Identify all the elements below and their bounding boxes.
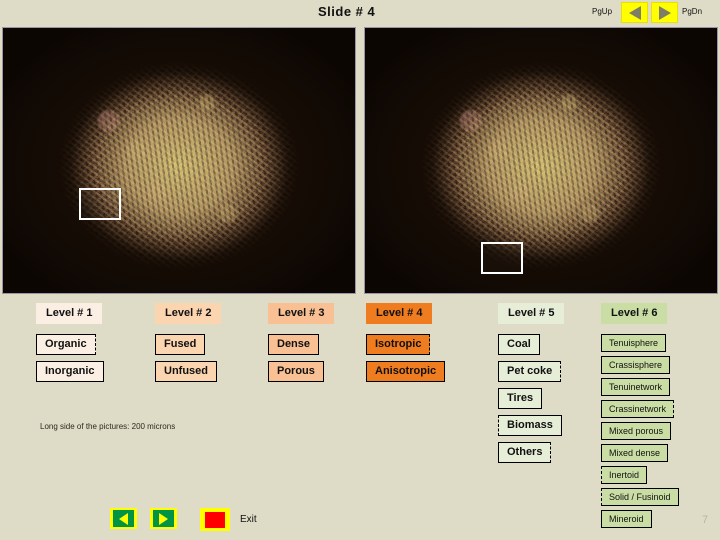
triangle-right-icon xyxy=(658,5,671,20)
classification-item-isotropic[interactable]: Isotropic xyxy=(366,334,431,355)
level-header-5: Level # 5 xyxy=(498,303,565,324)
classification-item-inorganic[interactable]: Inorganic xyxy=(36,361,104,382)
triangle-right-glyph xyxy=(159,512,168,525)
page-up-button[interactable] xyxy=(621,2,648,23)
classification-item-others[interactable]: Others xyxy=(498,442,552,463)
slide-header: Slide # 4 PgUp PgDn xyxy=(0,0,720,27)
micrograph-left[interactable] xyxy=(2,27,356,294)
classification-item-porous[interactable]: Porous xyxy=(268,361,324,382)
region-of-interest-marker xyxy=(481,242,523,274)
classification-item-fused[interactable]: Fused xyxy=(155,334,206,355)
classification-item-mixed-dense[interactable]: Mixed dense xyxy=(601,444,669,462)
region-of-interest-marker xyxy=(79,188,121,220)
level-column-3: Level # 3 Dense Porous xyxy=(268,303,335,388)
page-title: Slide # 4 xyxy=(318,4,376,19)
scale-caption: Long side of the pictures: 200 microns xyxy=(40,422,176,431)
back-arrow-icon xyxy=(113,510,134,527)
micrograph-left-vignette xyxy=(3,28,355,293)
page-number: 7 xyxy=(702,514,709,526)
classification-item-dense[interactable]: Dense xyxy=(268,334,320,355)
classification-item-solid-fusinoid[interactable]: Solid / Fusinoid xyxy=(601,488,679,506)
page-down-button[interactable] xyxy=(651,2,678,23)
classification-item-unfused[interactable]: Unfused xyxy=(155,361,217,382)
classification-item-anisotropic[interactable]: Anisotropic xyxy=(366,361,446,382)
level-column-2: Level # 2 Fused Unfused xyxy=(155,303,222,388)
triangle-left-icon xyxy=(628,5,641,20)
level-column-1: Level # 1 Organic Inorganic xyxy=(36,303,104,388)
classification-item-tenuisphere[interactable]: Tenuisphere xyxy=(601,334,667,352)
level-header-2: Level # 2 xyxy=(155,303,222,324)
pgup-label: PgUp xyxy=(592,7,613,16)
exit-button[interactable] xyxy=(200,508,230,531)
level-column-4: Level # 4 Isotropic Anisotropic xyxy=(366,303,446,388)
classification-item-coal[interactable]: Coal xyxy=(498,334,540,355)
stop-square-icon xyxy=(205,511,225,528)
level-header-1: Level # 1 xyxy=(36,303,103,324)
level-column-6: Level # 6 Tenuisphere Crassisphere Tenui… xyxy=(601,303,679,532)
classification-item-crassisphere[interactable]: Crassisphere xyxy=(601,356,671,374)
micrograph-right[interactable] xyxy=(364,27,718,294)
classification-item-mineroid[interactable]: Mineroid xyxy=(601,510,652,528)
classification-item-organic[interactable]: Organic xyxy=(36,334,96,355)
level-header-6: Level # 6 xyxy=(601,303,668,324)
level-header-3: Level # 3 xyxy=(268,303,335,324)
exit-label: Exit xyxy=(240,514,257,525)
classification-item-tires[interactable]: Tires xyxy=(498,388,543,409)
pgdn-label: PgDn xyxy=(682,7,703,16)
classification-item-tenuinetwork[interactable]: Tenuinetwork xyxy=(601,378,671,396)
classification-item-mixed-porous[interactable]: Mixed porous xyxy=(601,422,672,440)
classification-item-biomass[interactable]: Biomass xyxy=(498,415,562,436)
classification-item-pet-coke[interactable]: Pet coke xyxy=(498,361,562,382)
triangle-left-glyph xyxy=(119,512,128,525)
previous-slide-button[interactable] xyxy=(110,508,137,529)
level-header-4: Level # 4 xyxy=(366,303,433,324)
forward-arrow-icon xyxy=(153,510,174,527)
classification-item-crassinetwork[interactable]: Crassinetwork xyxy=(601,400,675,418)
classification-item-inertoid[interactable]: Inertoid xyxy=(601,466,648,484)
level-column-5: Level # 5 Coal Pet coke Tires Biomass Ot… xyxy=(498,303,565,469)
micrograph-right-vignette xyxy=(365,28,717,293)
slide-viewer: Slide # 4 PgUp PgDn Level # 1 Organic In… xyxy=(0,0,720,540)
next-slide-button[interactable] xyxy=(150,508,177,529)
